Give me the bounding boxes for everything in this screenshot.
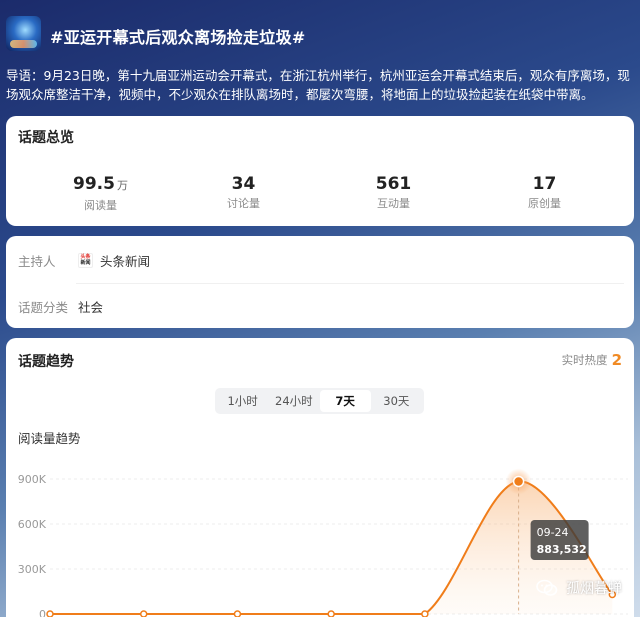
host-label: 主持人	[18, 253, 56, 269]
tooltip-value: 883,532	[537, 543, 587, 556]
stat-read-label: 阅读量	[84, 199, 117, 212]
range-tabs: 1小时 24小时 7天 30天	[215, 388, 424, 414]
data-point	[139, 610, 148, 617]
stat-interact-label: 互动量	[377, 197, 410, 210]
data-point	[46, 610, 54, 617]
stat-read-unit: 万	[116, 179, 128, 192]
series-area	[50, 481, 613, 614]
stat-discuss: 34 讨论量	[165, 174, 322, 211]
overview-card: 话题总览 99.5 万 阅读量 34 讨论量 561 互动量 17 原创量	[6, 116, 634, 226]
host-name[interactable]: 头条新闻	[100, 251, 150, 270]
stat-original-value: 17	[532, 174, 557, 194]
read-trend-label: 阅读量趋势	[18, 431, 81, 446]
y-tick-label: 900K	[18, 473, 47, 486]
data-point	[512, 475, 525, 488]
topic-title: #亚运开幕式后观众离场捡走垃圾#	[50, 28, 306, 47]
y-tick-label: 0	[39, 608, 46, 617]
data-point	[421, 610, 429, 617]
category-value: 社会	[78, 299, 104, 315]
watermark: 孤烟暮蝉	[536, 578, 622, 598]
overview-stats: 99.5 万 阅读量 34 讨论量 561 互动量 17 原创量	[6, 174, 634, 214]
data-point	[233, 610, 242, 617]
y-tick-label: 300K	[18, 563, 47, 576]
category-row: 话题分类 社会	[18, 294, 103, 318]
host-row: 主持人 头条 新闻 头条新闻	[18, 248, 150, 272]
wechat-icon	[536, 579, 558, 596]
stat-discuss-value: 34	[231, 174, 256, 194]
stat-original-label: 原创量	[528, 197, 561, 210]
tab-1h[interactable]: 1小时	[217, 390, 268, 412]
host-value-wrap[interactable]: 头条 新闻 头条新闻	[78, 251, 150, 270]
topic-header: #亚运开幕式后观众离场捡走垃圾#	[0, 0, 640, 62]
category-label: 话题分类	[18, 299, 69, 315]
stat-read-value: 99.5	[73, 174, 115, 194]
trend-title: 话题趋势	[18, 354, 74, 370]
stat-discuss-label: 讨论量	[227, 197, 260, 210]
tooltip-date: 09-24	[537, 526, 569, 539]
stat-original: 17 原创量	[466, 174, 623, 211]
realtime-heat: 实时热度 2	[562, 351, 622, 369]
info-card: 主持人 头条 新闻 头条新闻 话题分类 社会	[6, 236, 634, 328]
tab-7d[interactable]: 7天	[319, 390, 371, 412]
hot-label: 实时热度	[561, 353, 608, 367]
stat-read: 99.5 万 阅读量	[22, 174, 179, 213]
hot-value: 2	[611, 351, 622, 369]
stat-interact: 561 互动量	[315, 174, 472, 211]
y-tick-label: 600K	[18, 518, 47, 531]
topic-guide: 导语：9月23日晚，第十九届亚洲运动会开幕式，在浙江杭州举行，杭州亚运会开幕式结…	[6, 68, 630, 102]
tab-30d[interactable]: 30天	[371, 390, 422, 412]
toutiao-news-logo: 头条 新闻	[78, 252, 93, 268]
trend-card: 话题趋势 实时热度 2 1小时 24小时 7天 30天 阅读量趋势 900K 60…	[6, 338, 634, 617]
watermark-text: 孤烟暮蝉	[566, 581, 622, 597]
stat-interact-value: 561	[375, 174, 412, 194]
topic-thumbnail	[6, 16, 41, 51]
data-point	[327, 610, 335, 617]
overview-title: 话题总览	[18, 130, 74, 146]
tab-24h[interactable]: 24小时	[268, 390, 319, 412]
info-divider	[76, 283, 624, 284]
